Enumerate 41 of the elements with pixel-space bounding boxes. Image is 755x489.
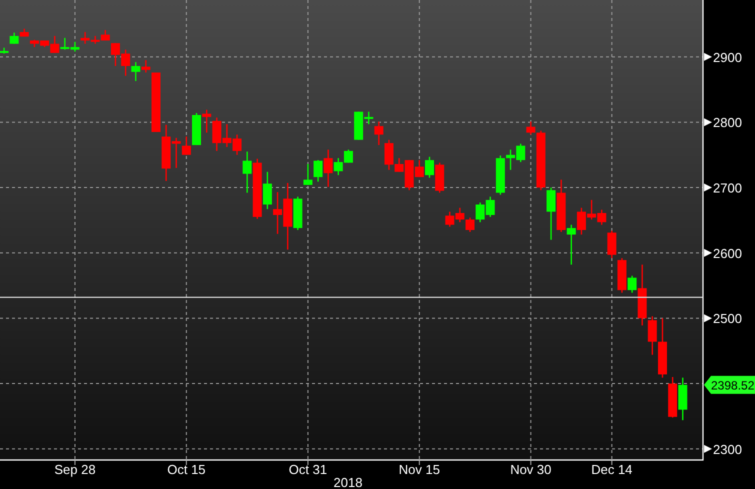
candlestick (556, 180, 566, 232)
x-axis-label: Nov 15 (398, 462, 440, 477)
y-axis-label: 2300 (713, 442, 742, 457)
y-axis-label: 2700 (713, 180, 742, 196)
candlestick (425, 156, 434, 178)
candlestick (435, 162, 444, 193)
candlestick (110, 43, 120, 66)
y-axis-label: 2800 (713, 115, 742, 130)
candlestick (486, 196, 495, 217)
candlestick (678, 378, 688, 420)
candlestick (121, 50, 130, 76)
x-axis-label: Nov 30 (510, 462, 552, 477)
year-label: 2018 (334, 475, 362, 489)
candlestick (516, 144, 526, 162)
candlestick (20, 28, 29, 37)
last-price-tag: 2398.52 (704, 376, 755, 394)
candlestick (597, 210, 606, 225)
candlestick (455, 208, 464, 222)
candlestick (476, 202, 485, 222)
candlestick (60, 38, 70, 50)
candlestick (0, 48, 9, 54)
candlestick (70, 42, 80, 52)
y-axis-label: 2500 (713, 311, 742, 326)
x-axis-label: Dec 14 (591, 462, 632, 477)
candlestick (90, 36, 100, 44)
y-axis-label: 2900 (713, 50, 742, 65)
candlestick (212, 118, 222, 151)
x-axis-label: Oct 31 (288, 462, 328, 477)
candlestick (587, 200, 596, 220)
candlestick (100, 30, 110, 40)
x-axis-label: Sep 28 (54, 462, 96, 477)
candlestick (466, 218, 475, 232)
candlestick (80, 32, 90, 44)
x-axis-label: Oct 15 (167, 462, 206, 477)
y-axis-label: 2600 (713, 246, 742, 261)
candlestick (546, 188, 556, 240)
candlestick (10, 32, 19, 44)
candlestick (222, 124, 232, 148)
candlestick (445, 212, 454, 227)
candlestick (303, 164, 312, 185)
candlestick (202, 110, 212, 133)
